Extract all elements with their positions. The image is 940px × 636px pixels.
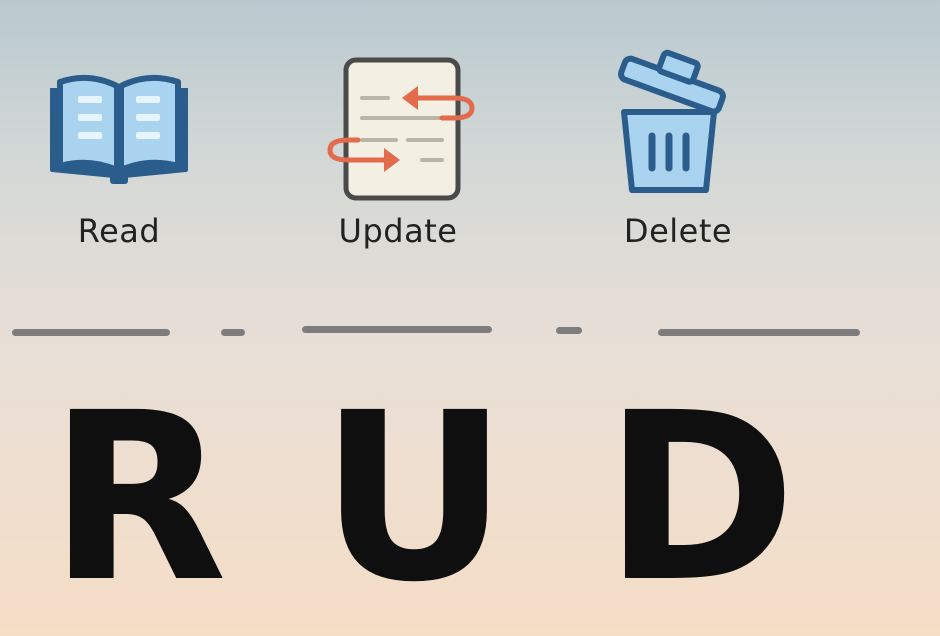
divider-dash <box>12 329 170 336</box>
divider-dot <box>221 329 245 336</box>
divider-dash <box>658 329 860 336</box>
update-label: Update <box>338 212 458 250</box>
letter-r: R <box>48 363 228 633</box>
delete-label: Delete <box>623 212 733 250</box>
read-label: Read <box>77 212 161 250</box>
document-update-icon <box>327 57 475 201</box>
letter-d: D <box>603 363 797 633</box>
divider-dot <box>556 327 582 334</box>
divider-dash <box>302 326 492 333</box>
trash-can-icon <box>618 49 726 193</box>
open-book-icon <box>50 74 188 184</box>
letter-u: U <box>319 363 509 633</box>
